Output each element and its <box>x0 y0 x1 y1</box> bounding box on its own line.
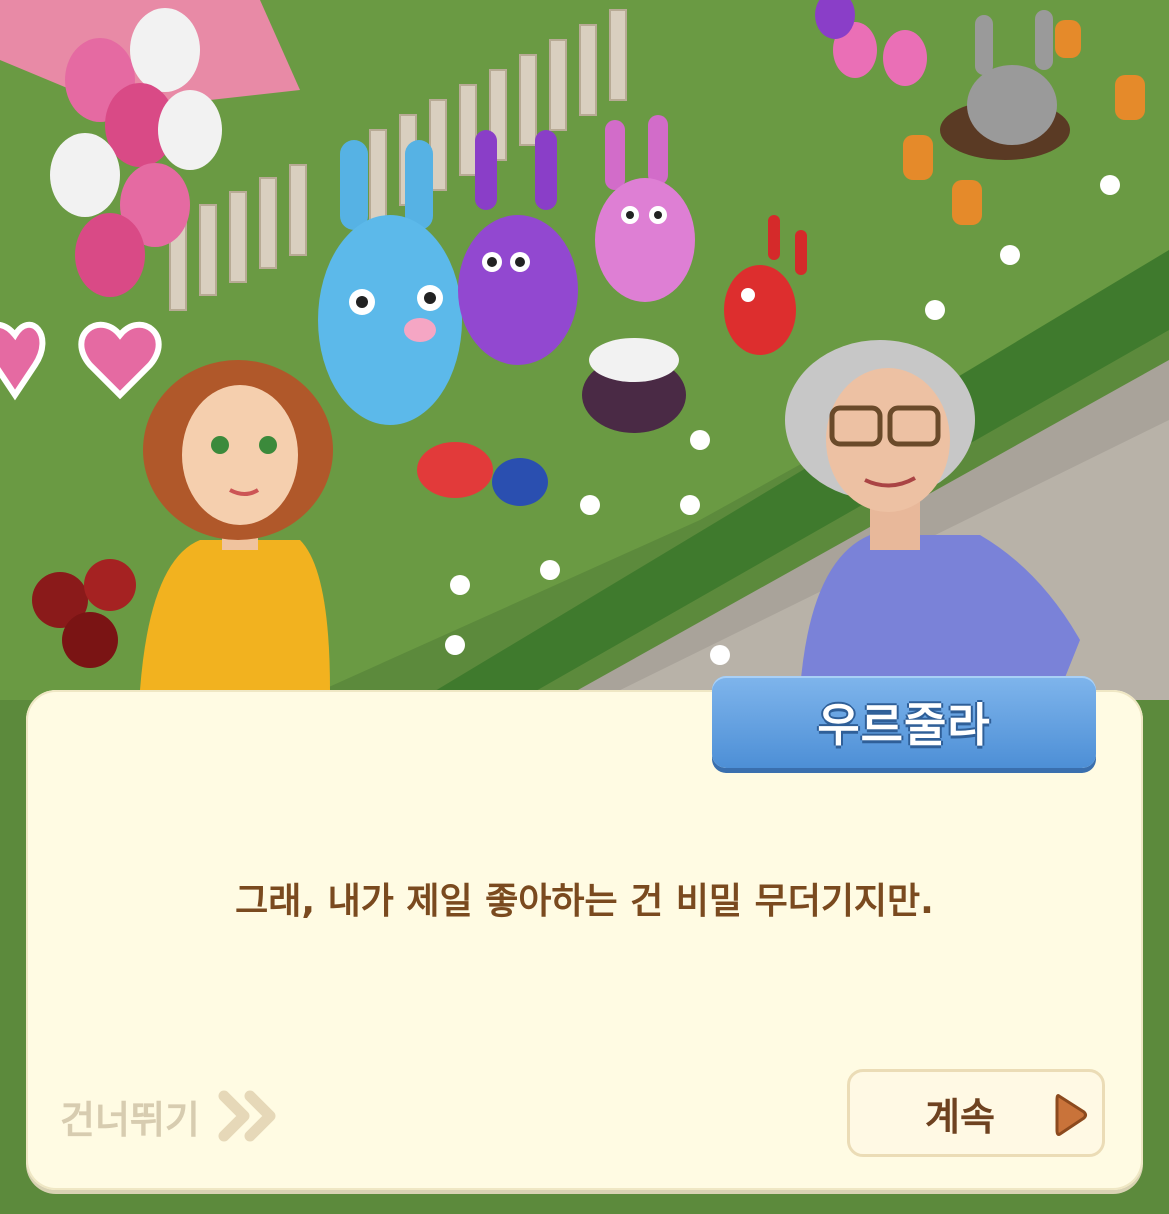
continue-label: 계속 <box>925 1094 995 1139</box>
double-chevron-right-icon <box>218 1090 276 1142</box>
play-triangle-icon <box>1055 1094 1087 1136</box>
egg-basket <box>582 338 686 433</box>
continue-button[interactable]: 계속 <box>847 1069 1105 1157</box>
skip-label: 건너뛰기 <box>60 1097 200 1142</box>
skip-button[interactable]: 건너뛰기 <box>60 1086 280 1146</box>
dialog-line: 그래, 내가 제일 좋아하는 건 비밀 무더기지만. <box>235 881 934 922</box>
speaker-name-tag: 우르줄라 <box>712 676 1096 768</box>
speaker-name: 우르줄라 <box>817 698 991 752</box>
